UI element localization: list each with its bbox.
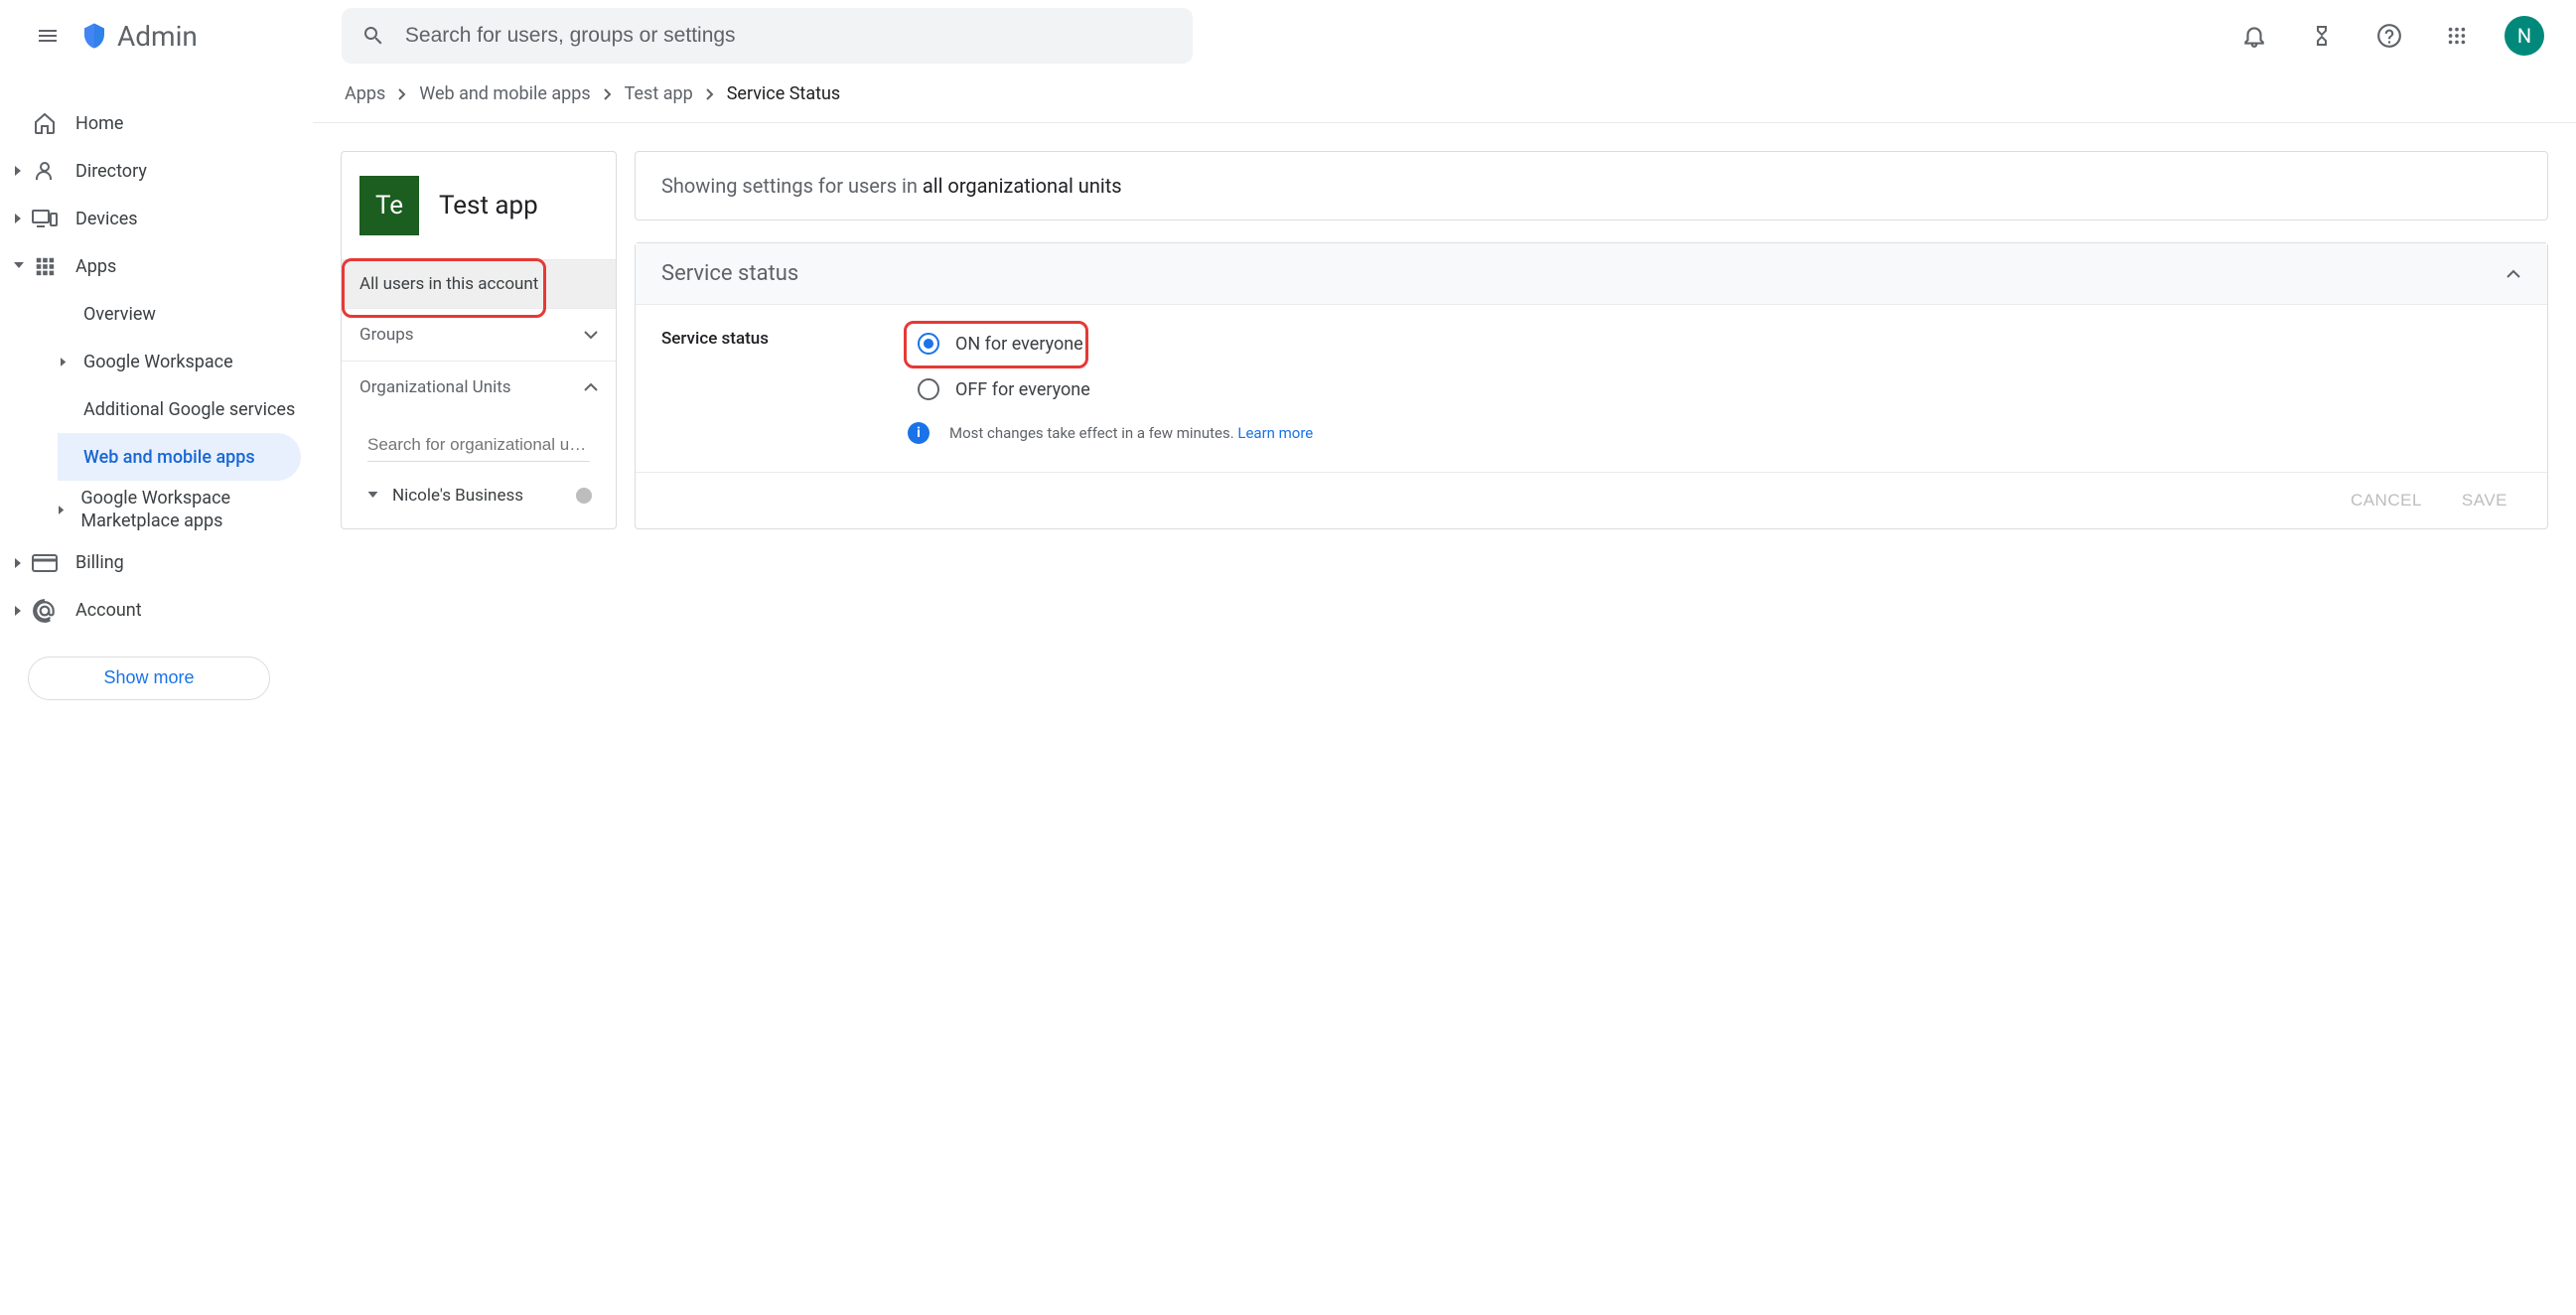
radio-on-label: ON for everyone [955, 334, 1083, 355]
scope-bold: all organizational units [923, 174, 1122, 198]
scope-prefix: Showing settings for users in [661, 174, 923, 198]
org-selector: All users in this account [342, 260, 616, 308]
nav-apps-google-workspace[interactable]: Google Workspace [58, 338, 313, 385]
header: Admin N [0, 0, 2576, 72]
app-header: Te Test app [342, 152, 616, 260]
save-button[interactable]: SAVE [2462, 491, 2507, 511]
nav-account[interactable]: Account [0, 587, 313, 635]
nav-apps-overview[interactable]: Overview [58, 290, 313, 338]
content: Apps Web and mobile apps Test app Servic… [313, 72, 2576, 700]
card-title: Service status [661, 261, 798, 286]
search-input[interactable] [405, 24, 1173, 48]
hamburger-icon [36, 24, 60, 48]
nav-home[interactable]: Home [0, 99, 313, 147]
chevron-right-icon [603, 88, 613, 100]
help-icon [2376, 23, 2402, 49]
nav-billing[interactable]: Billing [0, 539, 313, 587]
sidebar: Home Directory Devices Apps [0, 72, 313, 700]
org-units-section-toggle[interactable]: Organizational Units [342, 362, 616, 413]
caret-right-icon [10, 214, 28, 223]
radio-on-everyone[interactable]: ON for everyone [908, 329, 1313, 359]
devices-icon [32, 206, 58, 231]
radio-icon [918, 333, 939, 355]
radio-off-label: OFF for everyone [955, 379, 1090, 400]
home-icon [32, 110, 58, 136]
app-title: Test app [439, 191, 538, 220]
org-units-section: Organizational Units Nicole's Business [342, 361, 616, 517]
app-icon: Te [359, 176, 419, 235]
chevron-up-icon [2505, 269, 2521, 279]
info-row: i Most changes take effect in a few minu… [908, 422, 1313, 444]
all-users-option[interactable]: All users in this account [342, 260, 616, 308]
breadcrumb: Apps Web and mobile apps Test app Servic… [313, 72, 2576, 123]
card-header[interactable]: Service status [636, 243, 2547, 305]
show-more-button[interactable]: Show more [28, 657, 270, 700]
header-icons: N [2234, 16, 2552, 56]
learn-more-link[interactable]: Learn more [1237, 424, 1313, 442]
caret-right-icon [10, 166, 28, 176]
credit-card-icon [32, 550, 58, 576]
service-status-radio-group: ON for everyone OFF for everyone [908, 329, 1313, 404]
hourglass-icon [2310, 24, 2334, 48]
nav-devices[interactable]: Devices [0, 195, 313, 242]
ou-search-input[interactable] [367, 429, 590, 462]
nav-directory[interactable]: Directory [0, 147, 313, 195]
admin-logo-icon [79, 21, 109, 51]
info-text: Most changes take effect in a few minute… [949, 424, 1313, 442]
service-status-card: Service status Service status ON for eve… [635, 242, 2548, 529]
caret-right-icon [10, 558, 28, 568]
admin-logo-text: Admin [117, 20, 198, 53]
caret-down-icon [10, 262, 28, 270]
caret-right-icon [58, 506, 67, 514]
caret-down-icon [367, 492, 378, 500]
tasks-button[interactable] [2302, 16, 2342, 56]
apps-launcher-button[interactable] [2437, 16, 2477, 56]
groups-section-toggle[interactable]: Groups [342, 308, 616, 361]
ou-status-dot-icon [576, 488, 592, 504]
radio-off-everyone[interactable]: OFF for everyone [908, 374, 1313, 404]
nav-apps-sub: Overview Google Workspace Additional Goo… [0, 290, 313, 539]
cancel-button[interactable]: CANCEL [2351, 491, 2422, 511]
nav-apps-marketplace[interactable]: Google Workspace Marketplace apps [58, 481, 313, 539]
caret-right-icon [10, 606, 28, 616]
scope-bar: Showing settings for users in all organi… [635, 151, 2548, 220]
org-units-label: Organizational Units [359, 377, 511, 397]
nav-apps[interactable]: Apps [0, 242, 313, 290]
breadcrumb-apps[interactable]: Apps [345, 83, 385, 104]
notifications-button[interactable] [2234, 16, 2274, 56]
nav-apps-web-mobile[interactable]: Web and mobile apps [58, 433, 301, 481]
card-body: Service status ON for everyone OFF for e… [636, 305, 2547, 472]
setting-label: Service status [661, 329, 769, 444]
apps-grid-icon [2446, 25, 2468, 47]
card-footer: CANCEL SAVE [636, 472, 2547, 528]
chevron-right-icon [705, 88, 715, 100]
ou-search-wrap [342, 413, 616, 466]
breadcrumb-test-app[interactable]: Test app [625, 83, 693, 104]
chevron-right-icon [397, 88, 407, 100]
breadcrumb-web-mobile[interactable]: Web and mobile apps [419, 83, 590, 104]
chevron-down-icon [584, 330, 598, 340]
help-button[interactable] [2369, 16, 2409, 56]
account-avatar[interactable]: N [2504, 16, 2544, 56]
bell-icon [2241, 23, 2267, 49]
main-menu-button[interactable] [24, 12, 72, 60]
ou-root-row[interactable]: Nicole's Business [342, 466, 616, 517]
search-icon [361, 24, 385, 48]
settings-panel: Showing settings for users in all organi… [635, 151, 2548, 529]
groups-label: Groups [359, 325, 414, 345]
breadcrumb-current: Service Status [727, 83, 841, 104]
chevron-up-icon [584, 382, 598, 392]
at-sign-icon [32, 598, 58, 624]
nav-apps-additional-services[interactable]: Additional Google services [58, 385, 313, 433]
search-bar[interactable] [342, 8, 1193, 64]
ou-root-label: Nicole's Business [392, 486, 523, 506]
info-icon: i [908, 422, 930, 444]
radio-icon [918, 378, 939, 400]
caret-right-icon [58, 358, 70, 366]
org-selector-panel: Te Test app All users in this account Gr… [341, 151, 617, 529]
apps-icon [32, 253, 58, 279]
person-icon [32, 158, 58, 184]
admin-logo[interactable]: Admin [79, 20, 198, 53]
